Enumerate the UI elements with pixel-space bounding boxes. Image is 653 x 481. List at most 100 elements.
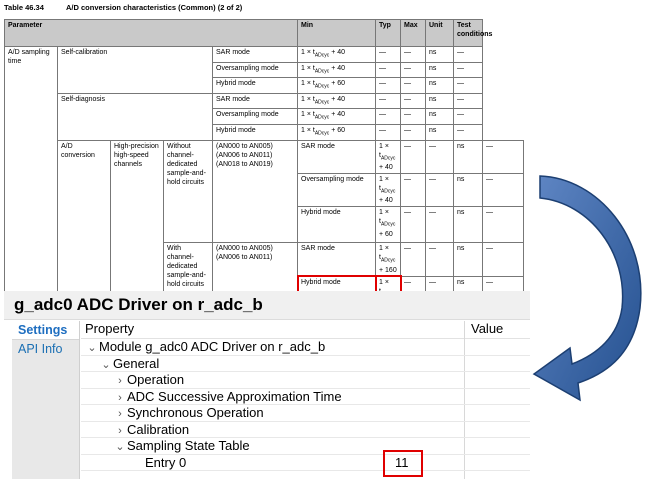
self-diagnosis-label: Self-diagnosis: [57, 92, 213, 141]
grid-header: Property Value: [81, 321, 530, 339]
side-tabs: Settings API Info: [12, 321, 80, 479]
unit-value: ns: [425, 123, 454, 141]
test-value: —: [453, 108, 483, 125]
header-max: Max: [400, 19, 426, 47]
module-configuration-panel: g_adc0 ADC Driver on r_adc_b Settings AP…: [4, 291, 530, 479]
without-sh-pins: (AN000 to AN005) (AN006 to AN011) (AN018…: [212, 139, 298, 244]
ad-characteristics-table: Parameter Min Typ Max Unit Test conditio…: [4, 19, 524, 320]
typ-value: —: [400, 139, 426, 174]
chevron-down-icon[interactable]: ⌄: [99, 357, 113, 374]
max-value: —: [400, 123, 426, 141]
max-value: —: [400, 92, 426, 110]
unit-value: ns: [425, 77, 454, 94]
self-calibration-label: Self-calibration: [57, 46, 213, 94]
max-value: —: [400, 46, 426, 63]
tree-row-operation[interactable]: › Operation: [81, 372, 530, 389]
test-value: —: [453, 61, 483, 79]
max-value: —: [400, 61, 426, 79]
mode-label: Oversampling mode: [297, 172, 376, 208]
min-value: 1 × tADcyc + 40: [297, 61, 376, 79]
min-value: 1 × tADcyc + 40: [375, 172, 401, 208]
min-value: 1 × tADcyc + 40: [297, 46, 376, 63]
header-test: Test conditions: [453, 19, 492, 47]
typ-value: —: [375, 108, 401, 125]
chevron-right-icon[interactable]: ›: [113, 373, 127, 390]
max-value: —: [400, 77, 426, 94]
header-parameter: Parameter: [4, 19, 298, 47]
min-value: 1 × tADcyc + 60: [297, 77, 376, 94]
unit-value: ns: [453, 242, 483, 277]
min-value: 1 × tADcyc + 40: [375, 139, 401, 174]
mode-label: Hybrid mode: [212, 123, 298, 141]
unit-value: ns: [425, 108, 454, 125]
mode-label: Oversampling mode: [212, 61, 298, 79]
min-value: 1 × tADcyc + 60: [297, 123, 376, 141]
min-value: 1 × tADcyc + 40: [297, 92, 376, 110]
typ-value: —: [375, 92, 401, 110]
min-value: 1 × tADcyc + 40: [297, 108, 376, 125]
column-header-value: Value: [471, 321, 504, 336]
without-sh-label: Without channel-dedicated sample-and-hol…: [163, 139, 213, 244]
tree-row-calibration[interactable]: › Calibration: [81, 422, 530, 440]
table-title: A/D conversion characteristics (Common) …: [66, 3, 243, 12]
mode-label: SAR mode: [212, 92, 298, 110]
column-header-property: Property: [85, 321, 135, 336]
max-value: —: [425, 139, 454, 174]
tree-row-entry-0[interactable]: Entry 0: [81, 455, 530, 471]
chevron-down-icon[interactable]: ⌄: [85, 340, 99, 357]
curved-arrow-icon: [532, 175, 642, 402]
typ-value: —: [375, 77, 401, 94]
tab-api-info[interactable]: API Info: [12, 340, 79, 359]
typ-value: —: [400, 206, 426, 244]
tree-row-adc-sar-time[interactable]: › ADC Successive Approximation Time: [81, 389, 530, 407]
typ-value: —: [375, 46, 401, 63]
tree-row-general[interactable]: ⌄ General: [81, 356, 530, 374]
max-value: —: [425, 242, 454, 277]
unit-value: ns: [425, 92, 454, 110]
unit-value: ns: [453, 172, 483, 208]
tree-row-module[interactable]: ⌄ Module g_adc0 ADC Driver on r_adc_b: [81, 339, 530, 356]
typ-value: —: [375, 61, 401, 79]
test-value: —: [453, 77, 483, 94]
panel-title-bar: g_adc0 ADC Driver on r_adc_b: [4, 291, 530, 320]
header-typ: Typ: [375, 19, 401, 47]
max-value: —: [400, 108, 426, 125]
mode-label: SAR mode: [297, 139, 376, 174]
chevron-right-icon[interactable]: ›: [113, 423, 127, 440]
mode-label: SAR mode: [297, 242, 376, 277]
mode-label: Oversampling mode: [212, 108, 298, 125]
unit-value: ns: [453, 139, 483, 174]
test-value: —: [482, 172, 524, 208]
header-min: Min: [297, 19, 376, 47]
unit-value: ns: [453, 206, 483, 244]
test-value: —: [453, 46, 483, 63]
test-value: —: [482, 139, 524, 174]
typ-value: —: [375, 123, 401, 141]
tree-row-synchronous-operation[interactable]: › Synchronous Operation: [81, 405, 530, 422]
property-grid: Property Value ⌄ Module g_adc0 ADC Driver…: [81, 321, 530, 479]
typ-value: —: [400, 242, 426, 277]
chevron-right-icon[interactable]: ›: [113, 406, 127, 423]
table-caption: Table 46.34 A/D conversion characteristic…: [4, 3, 242, 12]
entry-0-value-field[interactable]: 11: [383, 450, 423, 477]
min-value: 1 × tADcyc + 160: [375, 242, 401, 277]
group-label: A/D sampling time: [4, 46, 58, 319]
mode-label: Hybrid mode: [212, 77, 298, 94]
chevron-right-icon[interactable]: ›: [113, 390, 127, 407]
test-value: —: [482, 242, 524, 277]
table-number: Table 46.34: [4, 3, 44, 12]
max-value: —: [425, 206, 454, 244]
datasheet-excerpt: Table 46.34 A/D conversion characteristic…: [4, 3, 524, 320]
test-value: —: [453, 123, 483, 141]
test-value: —: [453, 92, 483, 110]
mode-label: SAR mode: [212, 46, 298, 63]
max-value: —: [425, 172, 454, 208]
header-unit: Unit: [425, 19, 454, 47]
mode-label: Hybrid mode: [297, 206, 376, 244]
chevron-down-icon[interactable]: ⌄: [113, 439, 127, 456]
tab-settings[interactable]: Settings: [12, 321, 79, 340]
tree-row-sampling-state-table[interactable]: ⌄ Sampling State Table: [81, 438, 530, 455]
panel-title: g_adc0 ADC Driver on r_adc_b: [14, 295, 263, 314]
unit-value: ns: [425, 61, 454, 79]
test-value: —: [482, 206, 524, 244]
